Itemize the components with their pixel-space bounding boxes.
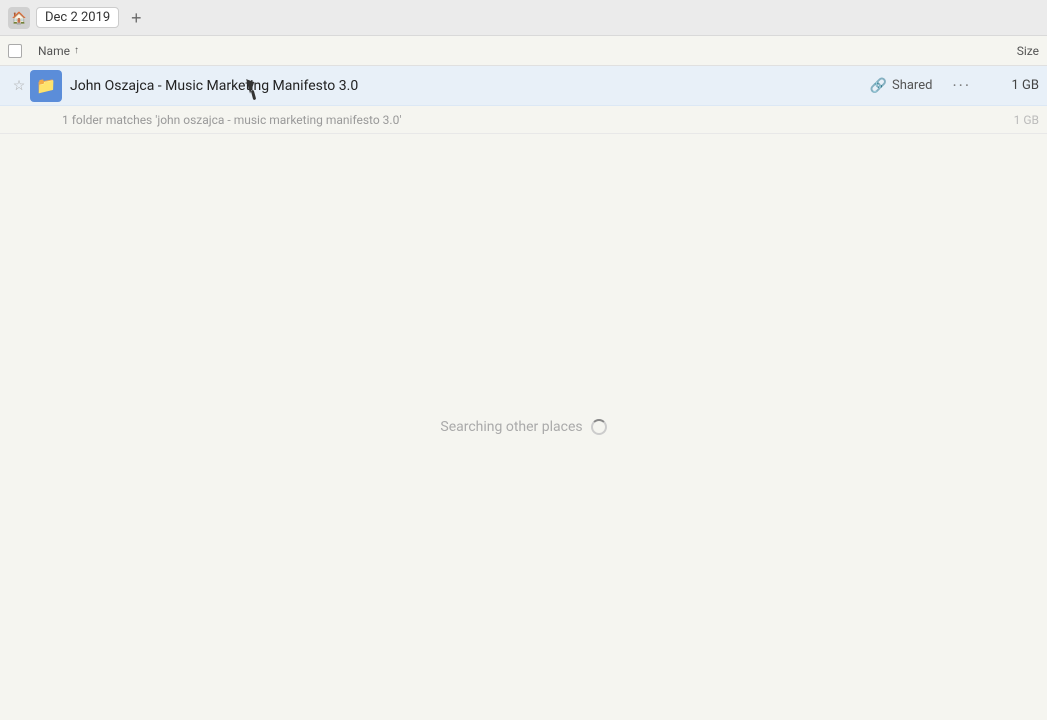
select-all-checkbox[interactable] xyxy=(8,44,22,58)
column-headers: Name ↑ Size xyxy=(0,36,1047,66)
shared-status: 🔗 Shared xyxy=(870,78,933,94)
link-icon: 🔗 xyxy=(870,78,887,94)
home-icon: 🏠 xyxy=(12,11,27,25)
add-button[interactable]: + xyxy=(125,7,147,29)
more-options-button[interactable]: ··· xyxy=(944,76,979,95)
file-row[interactable]: ☆ 📁 John Oszajca - Music Marketing Manif… xyxy=(0,66,1047,106)
top-bar: 🏠 Dec 2 2019 + xyxy=(0,0,1047,36)
sub-info-size: 1 GB xyxy=(979,113,1039,127)
home-button[interactable]: 🏠 xyxy=(8,7,30,29)
star-button[interactable]: ☆ xyxy=(8,78,30,94)
searching-status: Searching other places xyxy=(440,419,606,435)
breadcrumb[interactable]: Dec 2 2019 xyxy=(36,7,119,28)
file-size: 1 GB xyxy=(979,78,1039,93)
select-all-checkbox-col xyxy=(8,44,38,58)
name-label: Name xyxy=(38,44,70,58)
file-name: John Oszajca - Music Marketing Manifesto… xyxy=(70,78,870,94)
sub-info-row: 1 folder matches 'john oszajca - music m… xyxy=(0,106,1047,134)
size-column-header: Size xyxy=(959,44,1039,58)
folder-icon-glyph: 📁 xyxy=(36,76,56,95)
searching-label: Searching other places xyxy=(440,419,582,435)
name-column-header[interactable]: Name ↑ xyxy=(38,44,959,58)
shared-label: Shared xyxy=(892,78,932,93)
main-content-area: Searching other places xyxy=(0,134,1047,720)
folder-icon: 📁 xyxy=(30,70,62,102)
match-info-text: 1 folder matches 'john oszajca - music m… xyxy=(62,113,979,127)
sort-arrow-icon: ↑ xyxy=(74,45,79,56)
loading-spinner xyxy=(591,419,607,435)
